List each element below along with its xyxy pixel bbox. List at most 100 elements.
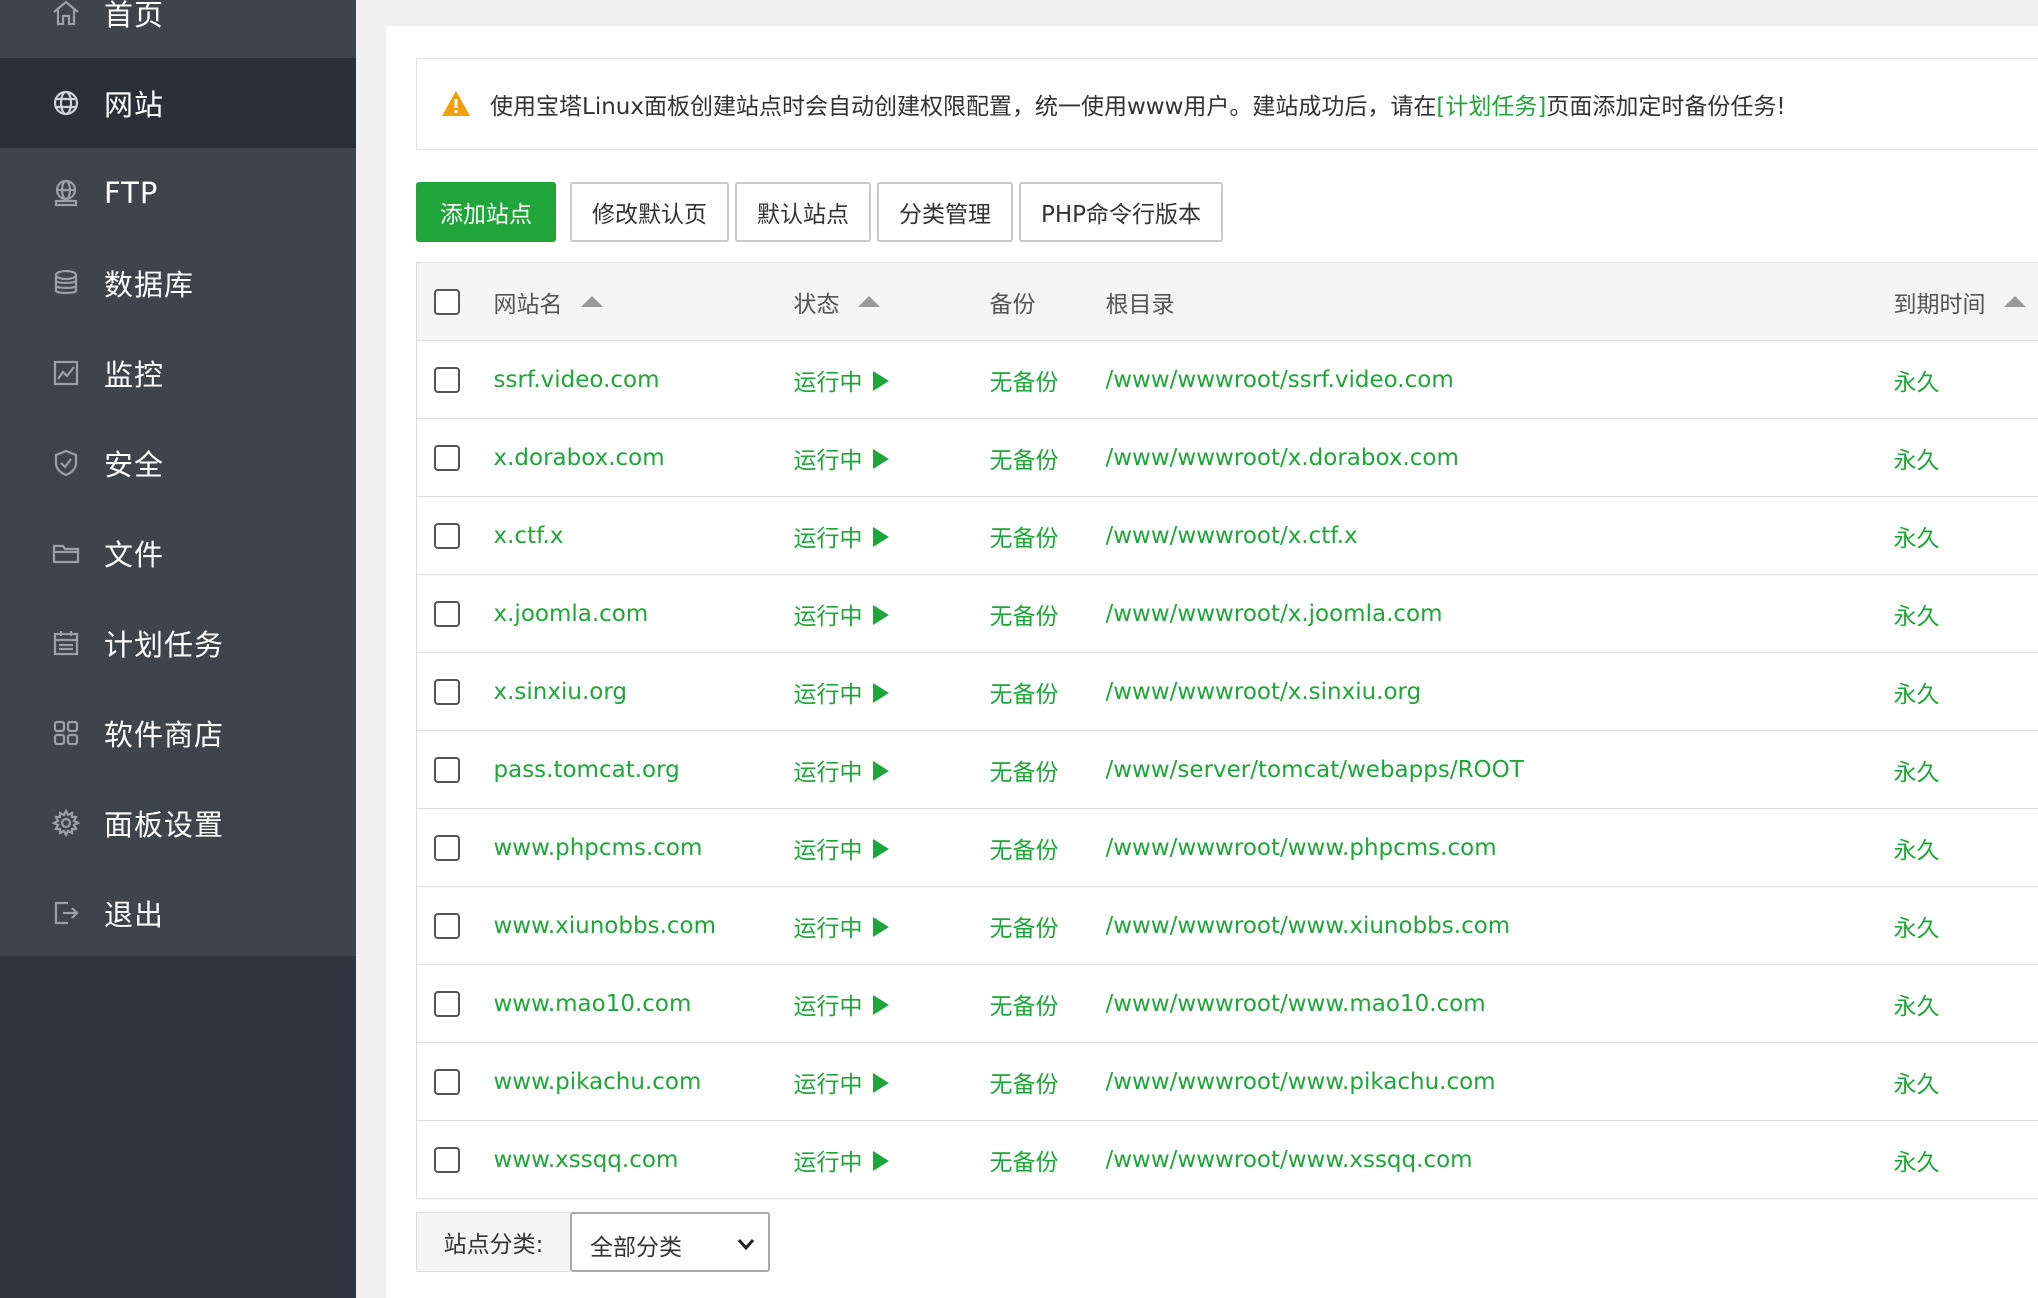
row-checkbox[interactable] xyxy=(434,1068,460,1095)
site-category-select[interactable]: 全部分类 xyxy=(570,1212,770,1272)
expire-link[interactable]: 永久 xyxy=(1894,448,1940,474)
status-toggle[interactable]: 运行中 xyxy=(794,604,889,630)
sidebar-item-logout[interactable]: 退出 xyxy=(0,868,356,958)
sidebar-item-label: 数据库 xyxy=(104,268,195,302)
site-name-link[interactable]: www.xiunobbs.com xyxy=(494,913,716,939)
notice-text-before: 使用宝塔Linux面板创建站点时会自动创建权限配置，统一使用www用户。建站成功… xyxy=(490,94,1437,120)
site-name-link[interactable]: www.pikachu.com xyxy=(494,1069,702,1095)
root-dir-link[interactable]: /www/wwwroot/x.joomla.com xyxy=(1106,601,1443,627)
expire-link[interactable]: 永久 xyxy=(1894,1150,1940,1176)
root-dir-link[interactable]: /www/wwwroot/ssrf.video.com xyxy=(1106,367,1454,393)
sidebar-item-ftp[interactable]: FTP xyxy=(0,148,356,238)
status-toggle[interactable]: 运行中 xyxy=(794,916,889,942)
expire-link[interactable]: 永久 xyxy=(1894,370,1940,396)
root-dir-link[interactable]: /www/wwwroot/x.ctf.x xyxy=(1106,523,1358,549)
root-dir-link[interactable]: /www/wwwroot/www.mao10.com xyxy=(1106,991,1486,1017)
sidebar-item-monitor[interactable]: 监控 xyxy=(0,328,356,418)
sidebar-item-home[interactable]: 首页 xyxy=(0,0,356,58)
expire-link[interactable]: 永久 xyxy=(1894,526,1940,552)
row-checkbox[interactable] xyxy=(434,834,460,861)
expire-link[interactable]: 永久 xyxy=(1894,994,1940,1020)
status-toggle[interactable]: 运行中 xyxy=(794,1072,889,1098)
status-toggle[interactable]: 运行中 xyxy=(794,370,889,396)
backup-link[interactable]: 无备份 xyxy=(990,1072,1059,1098)
row-checkbox[interactable] xyxy=(434,990,460,1017)
default-site-button[interactable]: 默认站点 xyxy=(735,182,871,242)
site-name-link[interactable]: www.phpcms.com xyxy=(494,835,703,861)
expire-link[interactable]: 永久 xyxy=(1894,604,1940,630)
row-checkbox[interactable] xyxy=(434,1146,460,1173)
status-toggle[interactable]: 运行中 xyxy=(794,994,889,1020)
backup-link[interactable]: 无备份 xyxy=(990,916,1059,942)
root-dir-link[interactable]: /www/wwwroot/www.pikachu.com xyxy=(1106,1069,1496,1095)
expire-link[interactable]: 永久 xyxy=(1894,1072,1940,1098)
row-checkbox[interactable] xyxy=(434,444,460,471)
sidebar-item-label: 网站 xyxy=(104,88,165,122)
expire-link[interactable]: 永久 xyxy=(1894,838,1940,864)
site-name-link[interactable]: www.xssqq.com xyxy=(494,1147,679,1173)
notice-text-after: 页面添加定时备份任务! xyxy=(1546,94,1786,120)
backup-link[interactable]: 无备份 xyxy=(990,526,1059,552)
status-toggle[interactable]: 运行中 xyxy=(794,448,889,474)
site-name-link[interactable]: ssrf.video.com xyxy=(494,367,660,393)
select-all-checkbox[interactable] xyxy=(434,288,460,315)
sidebar-item-app-store[interactable]: 软件商店 xyxy=(0,688,356,778)
row-checkbox[interactable] xyxy=(434,756,460,783)
root-dir-link[interactable]: /www/server/tomcat/webapps/ROOT xyxy=(1106,757,1524,783)
sidebar-item-security[interactable]: 安全 xyxy=(0,418,356,508)
play-icon xyxy=(872,1151,889,1171)
status-toggle[interactable]: 运行中 xyxy=(794,760,889,786)
sidebar-item-database[interactable]: 数据库 xyxy=(0,238,356,328)
status-toggle[interactable]: 运行中 xyxy=(794,682,889,708)
status-text: 运行中 xyxy=(793,681,863,708)
modify-default-page-button[interactable]: 修改默认页 xyxy=(570,182,729,242)
php-cli-version-button[interactable]: PHP命令行版本 xyxy=(1019,182,1224,242)
backup-link[interactable]: 无备份 xyxy=(990,838,1059,864)
sidebar-item-files[interactable]: 文件 xyxy=(0,508,356,598)
header-status: 状态 xyxy=(793,262,990,341)
site-name-link[interactable]: pass.tomcat.org xyxy=(494,757,680,783)
root-dir-link[interactable]: /www/wwwroot/x.sinxiu.org xyxy=(1106,679,1422,705)
expire-link[interactable]: 永久 xyxy=(1894,682,1940,708)
backup-link[interactable]: 无备份 xyxy=(990,994,1059,1020)
sidebar-item-website[interactable]: 网站 xyxy=(0,58,356,148)
site-name-link[interactable]: x.ctf.x xyxy=(494,523,564,549)
sort-asc-icon[interactable] xyxy=(2003,295,2026,307)
root-dir-link[interactable]: /www/wwwroot/www.xssqq.com xyxy=(1106,1147,1473,1173)
expire-link[interactable]: 永久 xyxy=(1894,760,1940,786)
sort-asc-icon[interactable] xyxy=(857,295,880,307)
row-checkbox[interactable] xyxy=(434,600,460,627)
root-dir-link[interactable]: /www/wwwroot/x.dorabox.com xyxy=(1106,445,1459,471)
site-name-link[interactable]: x.sinxiu.org xyxy=(494,679,628,705)
site-name-link[interactable]: x.joomla.com xyxy=(494,601,649,627)
backup-link[interactable]: 无备份 xyxy=(990,682,1059,708)
header-name-label: 网站名 xyxy=(493,291,563,318)
sidebar-item-label: 安全 xyxy=(104,448,165,482)
category-manage-button[interactable]: 分类管理 xyxy=(877,182,1013,242)
site-name-link[interactable]: x.dorabox.com xyxy=(494,445,665,471)
row-checkbox[interactable] xyxy=(434,366,460,393)
root-dir-link[interactable]: /www/wwwroot/www.xiunobbs.com xyxy=(1106,913,1511,939)
add-site-button[interactable]: 添加站点 xyxy=(416,182,556,242)
backup-link[interactable]: 无备份 xyxy=(990,370,1059,396)
row-checkbox[interactable] xyxy=(434,678,460,705)
backup-link[interactable]: 无备份 xyxy=(990,760,1059,786)
backup-link[interactable]: 无备份 xyxy=(990,1150,1059,1176)
root-dir-link[interactable]: /www/wwwroot/www.phpcms.com xyxy=(1106,835,1497,861)
row-checkbox[interactable] xyxy=(434,912,460,939)
sort-asc-icon[interactable] xyxy=(580,295,603,307)
backup-link[interactable]: 无备份 xyxy=(990,604,1059,630)
status-toggle[interactable]: 运行中 xyxy=(794,1150,889,1176)
cron-task-link[interactable]: [计划任务] xyxy=(1436,94,1546,120)
sidebar-item-panel-settings[interactable]: 面板设置 xyxy=(0,778,356,868)
play-icon xyxy=(872,761,889,781)
header-name: 网站名 xyxy=(493,262,794,341)
backup-link[interactable]: 无备份 xyxy=(990,448,1059,474)
site-name-link[interactable]: www.mao10.com xyxy=(494,991,692,1017)
expire-link[interactable]: 永久 xyxy=(1894,916,1940,942)
play-icon xyxy=(872,605,889,625)
status-toggle[interactable]: 运行中 xyxy=(794,526,889,552)
row-checkbox[interactable] xyxy=(434,522,460,549)
status-toggle[interactable]: 运行中 xyxy=(794,838,889,864)
sidebar-item-cron[interactable]: 计划任务 xyxy=(0,598,356,688)
